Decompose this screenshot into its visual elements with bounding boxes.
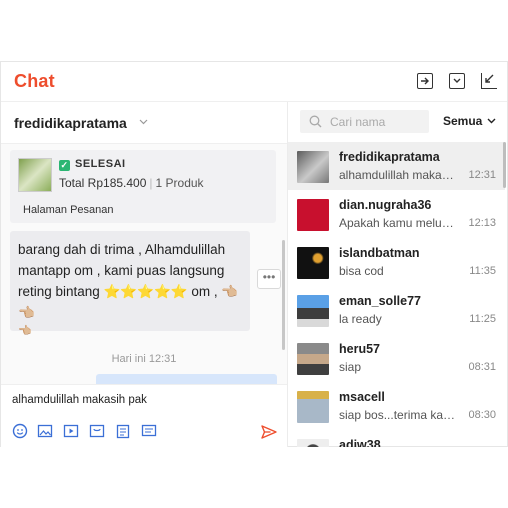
image-icon[interactable] — [37, 423, 53, 439]
order-status: ✓ SELESAI — [59, 158, 126, 171]
contact-item[interactable]: islandbatman bisa cod 11:35 — [288, 238, 505, 286]
messages-scrollbar[interactable] — [282, 240, 285, 350]
check-icon: ✓ — [59, 160, 70, 171]
contact-name: adiw38 — [339, 438, 381, 447]
avatar — [297, 199, 329, 231]
contact-last-message: siap — [339, 360, 362, 374]
contact-time: 12:13 — [468, 217, 496, 229]
contact-last-message: Apakah kamu melupakan sesuatu? — [339, 216, 457, 230]
avatar — [297, 439, 329, 447]
message-line: barang dah di trima , Alhamdulillah — [18, 242, 226, 257]
sent-message — [96, 374, 277, 384]
contact-list: fredidikapratama alhamdulillah makasih p… — [288, 142, 507, 447]
contact-item[interactable]: dian.nugraha36 Apakah kamu melupakan ses… — [288, 190, 505, 238]
contact-item[interactable]: eman_solle77 la ready 11:25 — [288, 286, 505, 334]
date-separator: Hari ini 12:31 — [111, 353, 177, 365]
product-thumbnail — [18, 158, 52, 192]
send-icon[interactable] — [261, 425, 277, 439]
contact-name: islandbatman — [339, 246, 420, 260]
contact-last-message: siap bos...terima kasih — [339, 408, 457, 422]
contact-name: eman_solle77 — [339, 294, 421, 308]
conversation-pane: fredidikapratama ✓ SELESAI Total Rp185.40… — [1, 102, 288, 447]
contact-time: 11:35 — [469, 265, 496, 277]
conversation-name[interactable]: fredidikapratama — [14, 115, 127, 131]
contact-item[interactable]: fredidikapratama alhamdulillah makasih p… — [288, 142, 506, 190]
order-total: Total Rp185.400 | 1 Produk — [59, 176, 204, 190]
avatar — [297, 247, 329, 279]
contact-time: 08:30 — [468, 409, 496, 421]
chevron-down-icon[interactable] — [139, 119, 148, 125]
contact-name: msacell — [339, 390, 385, 404]
collapse-icon[interactable] — [449, 73, 465, 89]
contact-item[interactable]: msacell siap bos...terima kasih 08:30 — [288, 382, 505, 430]
avatar — [297, 295, 329, 327]
minimize-icon[interactable] — [481, 73, 497, 89]
product-icon[interactable] — [89, 423, 105, 439]
received-message: barang dah di trima , Alhamdulillah mant… — [10, 231, 250, 337]
order-icon[interactable] — [115, 423, 131, 439]
avatar — [297, 391, 329, 423]
conversation-header: fredidikapratama — [1, 102, 287, 144]
chevron-down-icon[interactable] — [487, 118, 496, 124]
contact-last-message: la ready — [339, 312, 382, 326]
contact-name: fredidikapratama — [339, 150, 440, 164]
order-page-link[interactable]: Halaman Pesanan — [23, 204, 114, 216]
message-line: mantapp om , kami puas langsung — [18, 263, 225, 278]
contact-item[interactable]: adiw38 — [288, 430, 505, 447]
search-box[interactable] — [300, 110, 429, 133]
search-input[interactable] — [330, 114, 425, 129]
filter-dropdown[interactable]: Semua — [443, 114, 482, 128]
contact-last-message: bisa cod — [339, 264, 384, 278]
search-icon — [309, 115, 322, 128]
chat-window: Chat fredidikapratama ✓ SELESAI Total Rp1… — [0, 61, 508, 447]
order-card[interactable]: ✓ SELESAI Total Rp185.400 | 1 Produk Halama… — [10, 150, 276, 223]
contact-name: dian.nugraha36 — [339, 198, 432, 212]
message-line: 👈🏼 — [18, 325, 32, 337]
contact-item[interactable]: heru57 siap 08:31 — [288, 334, 505, 382]
contacts-scrollbar[interactable] — [503, 142, 506, 188]
compose-area: alhamdulillah makasih pak — [1, 384, 287, 447]
open-in-new-icon[interactable] — [417, 73, 433, 89]
contact-time: 08:31 — [468, 361, 496, 373]
emoji-icon[interactable] — [12, 423, 28, 439]
chat-header: Chat — [1, 62, 507, 102]
message-more-button[interactable]: ••• — [257, 269, 281, 289]
contact-last-message: alhamdulillah makasih pak — [339, 168, 457, 182]
contact-sidebar: Semua fredidikapratama alhamdulillah mak… — [288, 102, 507, 447]
sticker-icon[interactable] — [141, 423, 157, 439]
message-input[interactable]: alhamdulillah makasih pak — [12, 394, 147, 406]
avatar — [297, 343, 329, 375]
video-icon[interactable] — [63, 423, 79, 439]
contact-time: 12:31 — [468, 169, 496, 181]
message-line: reting bintang ⭐⭐⭐⭐⭐ om , 👈🏼👈🏼 — [18, 284, 239, 320]
contact-name: heru57 — [339, 342, 380, 356]
contact-time: 11:25 — [469, 313, 496, 325]
chat-title: Chat — [14, 71, 55, 91]
avatar — [297, 151, 329, 183]
message-list: ✓ SELESAI Total Rp185.400 | 1 Produk Halama… — [1, 144, 287, 384]
